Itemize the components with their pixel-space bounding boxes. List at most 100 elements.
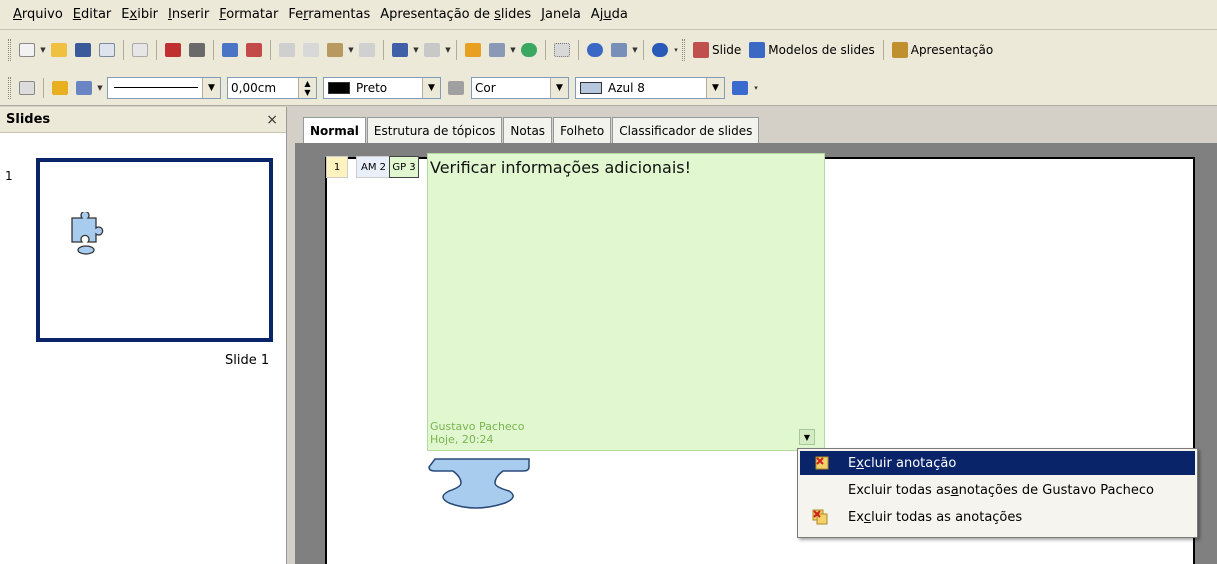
menu-editar[interactable]: Editar (68, 7, 117, 22)
slide-label: Slide 1 (225, 353, 270, 368)
copy-icon[interactable] (300, 39, 322, 61)
redo-icon[interactable] (421, 39, 443, 61)
menu-janela[interactable]: Janela (536, 7, 586, 22)
annotation-marker[interactable]: GP 3 (389, 156, 419, 178)
paste-dropdown[interactable]: ▼ (347, 39, 355, 61)
chevron-down-icon[interactable]: ▼ (202, 77, 220, 98)
slide-templates-icon (749, 42, 766, 58)
toolbar-grip[interactable] (8, 76, 11, 99)
toolbar-grip[interactable] (8, 39, 11, 61)
menu-item-excluir-todas-anotacoes[interactable]: Ex c luir todas as anotações (798, 505, 1197, 529)
slide-button[interactable]: Slide (693, 42, 741, 58)
shadow-icon[interactable] (729, 77, 751, 99)
undo-icon[interactable] (389, 39, 411, 61)
menu-arquivo[interactable]: Arquivo (8, 7, 68, 22)
annotation-marker[interactable]: AM 2 (356, 156, 390, 178)
arrow-style-icon[interactable] (73, 77, 95, 99)
export-pdf-icon[interactable] (162, 39, 184, 61)
presentation-button[interactable]: Apresentação (891, 42, 993, 58)
new-slide-icon (693, 42, 709, 58)
area-style-select[interactable]: Cor ▼ (471, 76, 569, 99)
pane-splitter[interactable] (287, 107, 295, 564)
navigator-icon[interactable] (584, 39, 606, 61)
save-icon[interactable] (72, 39, 94, 61)
toolbar-overflow-icon[interactable]: ▾ (672, 39, 680, 61)
puzzle-shape[interactable] (427, 457, 557, 517)
area-fill-icon[interactable] (445, 77, 467, 99)
redo-dropdown[interactable]: ▼ (444, 39, 452, 61)
menu-item-excluir-anotacao[interactable]: Ex cluir anotação (800, 451, 1195, 475)
slide-number: 1 (5, 169, 13, 183)
line-style-preview (114, 87, 198, 88)
menu-item-excluir-anotacoes-do-autor[interactable]: Excluir todas as a notações de Gustavo Pa… (798, 478, 1197, 502)
line-color-swatch (328, 81, 350, 94)
help-icon[interactable] (649, 39, 671, 61)
slides-pane-title: Slides (6, 112, 51, 127)
annotation-note[interactable]: Verificar informações adicionais! Gustav… (427, 153, 825, 451)
spellcheck-icon[interactable] (219, 39, 241, 61)
chevron-down-icon[interactable]: ▼ (550, 77, 568, 98)
menu-apresentacao-de-slides[interactable]: Apresentação de slides (375, 7, 536, 22)
slide-templates-button[interactable]: Modelos de slides (749, 42, 875, 58)
annotation-marker[interactable]: 1 (326, 156, 348, 178)
line-style-select[interactable]: ▼ (107, 76, 221, 99)
undo-dropdown[interactable]: ▼ (412, 39, 420, 61)
tab-notas[interactable]: Notas (503, 117, 553, 143)
menu-ferramentas[interactable]: Ferramentas (283, 7, 375, 22)
puzzle-piece-icon (71, 212, 104, 255)
email-icon[interactable] (96, 39, 118, 61)
chevron-down-icon: ▼ (803, 432, 811, 442)
table-icon[interactable] (486, 39, 508, 61)
tab-estrutura-de-topicos[interactable]: Estrutura de tópicos (366, 117, 503, 143)
paste-icon[interactable] (324, 39, 346, 61)
edit-file-icon[interactable] (129, 39, 151, 61)
grid-icon[interactable] (551, 39, 573, 61)
presentation-icon (891, 42, 908, 58)
autospellcheck-icon[interactable] (243, 39, 265, 61)
delete-all-notes-icon (812, 509, 828, 525)
clone-formatting-icon[interactable] (356, 39, 378, 61)
slides-pane: Slides × 1 Slide 1 (0, 107, 287, 564)
spin-buttons-icon[interactable]: ▲ ▼ (298, 77, 316, 98)
cut-icon[interactable] (276, 39, 298, 61)
menu-inserir[interactable]: Inserir (163, 7, 214, 22)
annotation-author: Gustavo Pacheco (430, 420, 525, 433)
chart-icon[interactable] (462, 39, 484, 61)
delete-note-icon (815, 456, 829, 470)
toolbar-overflow-icon[interactable]: ▾ (752, 77, 760, 99)
slide-thumbnail[interactable] (36, 158, 273, 342)
tab-folheto[interactable]: Folheto (553, 117, 612, 143)
standard-toolbar: ▼ ▼ ▼ ▼ ▼ ▼ ▾ Slide Modelos de slides Ap… (0, 30, 1217, 70)
annotation-context-menu: Ex cluir anotação Excluir todas as a notaç… (797, 448, 1198, 538)
open-folder-icon[interactable] (48, 39, 70, 61)
line-and-filling-toolbar: ▼ ▼ 0,00cm ▲ ▼ Preto ▼ Cor ▼ Azul 8 ▼ ▾ (0, 70, 1217, 106)
close-icon[interactable]: × (266, 112, 278, 128)
zoom-icon[interactable] (608, 39, 630, 61)
zoom-dropdown[interactable]: ▼ (631, 39, 639, 61)
arrow-style-dropdown[interactable]: ▼ (96, 77, 104, 99)
slides-pane-header: Slides × (0, 107, 286, 133)
menu-ajuda[interactable]: Ajuda (586, 7, 633, 22)
menu-exibir[interactable]: Exibir (116, 7, 163, 22)
tab-normal[interactable]: Normal (303, 117, 366, 143)
toolbar-grip[interactable] (682, 39, 685, 61)
line-icon[interactable] (49, 77, 71, 99)
line-width-field[interactable]: 0,00cm ▲ ▼ (227, 76, 317, 99)
annotation-text[interactable]: Verificar informações adicionais! (430, 158, 691, 177)
menu-formatar[interactable]: Formatar (214, 7, 283, 22)
area-color-select[interactable]: Azul 8 ▼ (575, 76, 725, 99)
view-tabs: Normal Estrutura de tópicos Notas Folhet… (303, 117, 760, 143)
table-dropdown[interactable]: ▼ (509, 39, 517, 61)
annotation-menu-button[interactable]: ▼ (799, 429, 815, 445)
annotation-date: Hoje, 20:24 (430, 433, 494, 446)
chevron-down-icon[interactable]: ▼ (422, 77, 440, 98)
new-document-dropdown[interactable]: ▼ (39, 39, 47, 61)
chevron-down-icon[interactable]: ▼ (706, 77, 724, 98)
tab-classificador-de-slides[interactable]: Classificador de slides (612, 117, 760, 143)
fontwork-icon[interactable] (518, 39, 540, 61)
area-color-swatch (580, 81, 602, 94)
styles-icon[interactable] (16, 77, 38, 99)
print-icon[interactable] (186, 39, 208, 61)
new-document-icon[interactable] (16, 39, 38, 61)
line-color-select[interactable]: Preto ▼ (323, 76, 441, 99)
